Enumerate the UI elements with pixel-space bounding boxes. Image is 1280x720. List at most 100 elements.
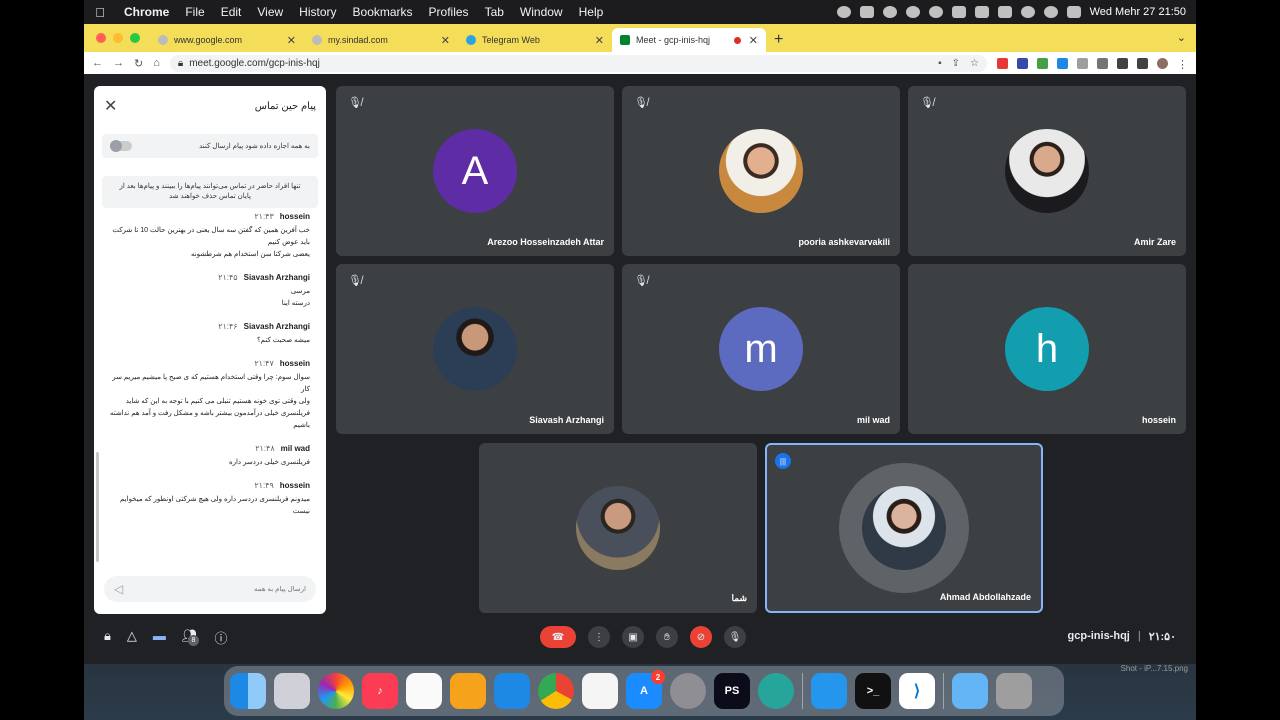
back-arrow-icon[interactable]: ←	[92, 57, 103, 69]
keyboard-icon[interactable]	[951, 6, 966, 18]
translate-icon[interactable]	[1057, 57, 1068, 69]
downloads-folder-icon[interactable]	[952, 673, 988, 709]
menu-app-name[interactable]: Chrome	[116, 5, 177, 19]
new-tab-button[interactable]: +	[766, 28, 791, 52]
info-icon[interactable]: ⓘ	[214, 628, 227, 655]
pages-icon[interactable]	[450, 673, 486, 709]
avatar: m	[719, 307, 803, 391]
airplay-icon[interactable]	[928, 6, 943, 18]
apple-icon[interactable]: 	[84, 5, 116, 20]
menu-help[interactable]: Help	[571, 5, 612, 19]
minimize-window-button[interactable]	[113, 33, 123, 43]
speaking-indicator-icon: |||	[775, 453, 791, 469]
participant-tile[interactable]: 🎙︎̸ m mil wad	[622, 264, 900, 434]
host-controls-lock-icon[interactable]: 🔒︎	[104, 628, 111, 655]
close-tab-icon[interactable]: ✕	[287, 34, 296, 47]
puzzle-icon[interactable]	[1117, 57, 1128, 69]
more-options-button[interactable]: ⋮	[588, 626, 610, 648]
menu-window[interactable]: Window	[512, 5, 571, 19]
wifi-icon[interactable]	[1020, 6, 1035, 18]
camera-icon[interactable]: ▪	[938, 58, 942, 69]
app-store-icon[interactable]: A2	[626, 670, 665, 709]
keynote-icon[interactable]	[494, 673, 530, 709]
clock-icon[interactable]	[1097, 57, 1108, 69]
reload-icon[interactable]: ↻	[134, 57, 143, 70]
finder-icon[interactable]	[230, 673, 266, 709]
status-app-icon[interactable]	[905, 6, 920, 18]
camera-off-button[interactable]: ⊘	[690, 626, 712, 648]
forward-arrow-icon[interactable]: →	[113, 57, 124, 69]
allow-messages-toggle[interactable]	[110, 140, 132, 152]
status-app-icon[interactable]	[974, 6, 989, 18]
meeting-controls-bar: 🔒︎ △ ▬ 👥︎8 ⓘ ☎︎ ⋮ ▣ ✋︎ ⊘ 🎙︎ gcp-inis-hqj…	[84, 614, 1196, 664]
avatar	[433, 307, 517, 391]
activities-icon[interactable]: △	[127, 628, 137, 655]
participant-tile[interactable]: 🎙︎̸ pooria ashkevarvakili	[622, 86, 900, 256]
search-icon[interactable]	[1043, 6, 1058, 18]
participant-tile-active-speaker[interactable]: ||| Ahmad Abdollahzade	[765, 443, 1043, 613]
participant-tile[interactable]: h hossein	[908, 264, 1186, 434]
status-app-icon[interactable]	[882, 6, 897, 18]
extension-icon[interactable]	[1017, 57, 1028, 69]
people-icon[interactable]: 👥︎8	[182, 628, 199, 655]
chat-message-input[interactable]	[156, 585, 306, 593]
launchpad-icon[interactable]	[274, 673, 310, 709]
menu-file[interactable]: File	[177, 5, 212, 19]
close-tab-icon[interactable]: ✕	[749, 34, 758, 47]
close-window-button[interactable]	[96, 33, 106, 43]
tab-sindad[interactable]: my.sindad.com ✕	[304, 28, 458, 52]
share-icon[interactable]: ⇪	[952, 58, 960, 69]
participant-tile[interactable]: شما	[479, 443, 757, 613]
docker-icon[interactable]	[811, 673, 847, 709]
menu-bookmarks[interactable]: Bookmarks	[345, 5, 421, 19]
participant-tile[interactable]: 🎙︎̸ Siavash Arzhangi	[336, 264, 614, 434]
chevron-down-icon[interactable]: ⌄	[1177, 31, 1186, 44]
menubar-datetime[interactable]: Wed Mehr 27 21:50	[1090, 6, 1186, 18]
sidebar-icon[interactable]	[1137, 57, 1148, 69]
system-preferences-icon[interactable]	[670, 673, 706, 709]
home-icon[interactable]: ⌂	[153, 57, 160, 69]
record-icon[interactable]	[836, 6, 851, 18]
present-screen-button[interactable]: ▣	[622, 626, 644, 648]
more-menu-icon[interactable]: ⋮	[1177, 58, 1188, 71]
chat-scrollbar[interactable]	[96, 452, 99, 562]
chrome-icon[interactable]	[538, 673, 574, 709]
extension-icon[interactable]	[1037, 57, 1048, 69]
profile-avatar[interactable]	[1157, 57, 1168, 69]
microphone-button[interactable]: 🎙︎	[724, 626, 746, 648]
notes-icon[interactable]	[582, 673, 618, 709]
close-tab-icon[interactable]: ✕	[595, 34, 604, 47]
close-icon[interactable]: ✕	[104, 96, 117, 116]
tab-meet[interactable]: Meet - gcp-inis-hqj ✕	[612, 28, 766, 52]
menu-profiles[interactable]: Profiles	[421, 5, 477, 19]
app-icon[interactable]	[758, 673, 794, 709]
chat-icon[interactable]: ▬	[153, 628, 166, 655]
tab-google[interactable]: www.google.com ✕	[150, 28, 304, 52]
bookmark-star-icon[interactable]: ☆	[970, 58, 979, 69]
phpstorm-icon[interactable]: PS	[714, 673, 750, 709]
send-icon[interactable]: ◁	[114, 582, 123, 596]
control-center-icon[interactable]	[1066, 6, 1081, 18]
leave-call-button[interactable]: ☎︎	[540, 626, 576, 648]
trash-icon[interactable]	[996, 673, 1032, 709]
address-bar[interactable]: 🔒︎ meet.google.com/gcp-inis-hqj ▪ ⇪ ☆	[169, 54, 987, 72]
raise-hand-button[interactable]: ✋︎	[656, 626, 678, 648]
tab-telegram[interactable]: Telegram Web ✕	[458, 28, 612, 52]
zoom-window-button[interactable]	[130, 33, 140, 43]
vscode-icon[interactable]: ⟩	[899, 673, 935, 709]
menu-edit[interactable]: Edit	[213, 5, 250, 19]
menu-view[interactable]: View	[249, 5, 291, 19]
menu-tab[interactable]: Tab	[477, 5, 512, 19]
battery-icon[interactable]	[997, 6, 1012, 18]
shield-icon[interactable]	[1077, 57, 1088, 69]
music-icon[interactable]: ♪	[362, 673, 398, 709]
participant-tile[interactable]: 🎙︎̸ A Arezoo Hosseinzadeh Attar	[336, 86, 614, 256]
photos-icon[interactable]	[318, 673, 354, 709]
terminal-icon[interactable]: >_	[855, 673, 891, 709]
reminders-icon[interactable]	[406, 673, 442, 709]
close-tab-icon[interactable]: ✕	[441, 34, 450, 47]
extension-icon[interactable]	[997, 57, 1008, 69]
menu-history[interactable]: History	[291, 5, 344, 19]
vpn-icon[interactable]	[859, 6, 874, 18]
participant-tile[interactable]: 🎙︎̸ Amir Zare	[908, 86, 1186, 256]
